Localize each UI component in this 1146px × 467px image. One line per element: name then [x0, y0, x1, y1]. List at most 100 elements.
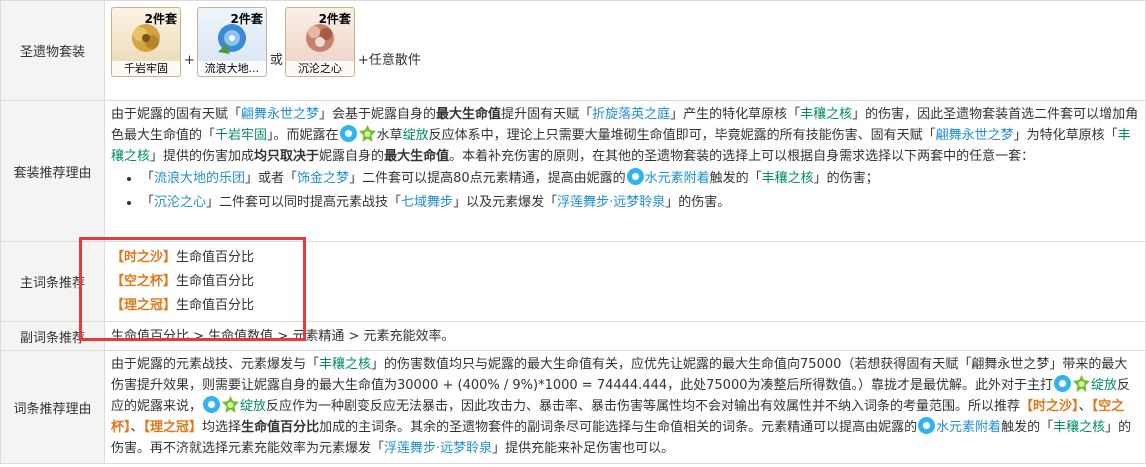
term-link[interactable]: 浮莲舞步·远梦聆泉 — [557, 195, 665, 210]
main-stat-line: 【理之冠】生命值百分比 — [111, 294, 1139, 318]
text-span: 反应作为一种剧变反应无法暴击，因此攻击力、暴击率、暴击伤害等属性均不会对输出有效… — [266, 399, 1021, 414]
text-span: 【理之冠】 — [143, 420, 203, 435]
dendro-element-icon — [1073, 375, 1090, 392]
text-span: 均只取决于 — [254, 149, 320, 164]
text-span: 主词条推荐 — [19, 276, 85, 291]
list-item: 「沉沦之心」二件套可以同时提高元素战技「七域舞步」以及元素爆发「浮莲舞步·远梦聆… — [141, 191, 1139, 215]
hydro-element-icon — [918, 417, 936, 434]
text-span: 【空之杯】 — [111, 274, 177, 289]
term-link[interactable]: 翩舞永世之梦 — [241, 107, 319, 122]
hydro-element-icon — [203, 396, 221, 413]
term-link[interactable]: 丰穰之核 — [319, 357, 371, 372]
flower-icon — [132, 24, 160, 52]
term-link[interactable]: 饰金之梦 — [297, 171, 349, 186]
term-link[interactable]: 折旋落英之庭 — [592, 107, 670, 122]
text-span: 最大生命值 — [384, 149, 450, 164]
row-set-reason: 套装推荐理由 由于妮露的固有天赋「翩舞永世之梦」会基于妮露自身的最大生命值提升固… — [0, 100, 1146, 242]
set-options-list: 「流浪大地的乐团」或者「饰金之梦」二件套可以提高80点元素精通，提高由妮露的 水元… — [111, 167, 1139, 215]
text-span: 」或者「 — [245, 171, 298, 186]
term-link[interactable]: 流浪大地的乐团 — [154, 171, 245, 186]
term-link[interactable]: 丰穰之核 — [762, 171, 814, 186]
set-card-1[interactable]: 2件套 千岩牢固 — [111, 7, 181, 77]
term-link[interactable]: 水元素附着 — [645, 171, 710, 186]
row-main-stat: 主词条推荐 【时之沙】生命值百分比 【空之杯】生命值百分比 【理之冠】生命值百分… — [0, 241, 1146, 322]
term-link[interactable]: 浮莲舞步·远梦聆泉 — [384, 441, 492, 456]
text-span: 」的伤害； — [813, 171, 879, 186]
text-span: 由于妮露的元素战技、元素爆发与「 — [111, 357, 320, 372]
term-link[interactable]: 绽放 — [240, 399, 266, 414]
text-span: 」提供充能来补足伤害也可以。 — [492, 441, 675, 456]
text-span: 水草 — [376, 128, 403, 143]
text-span: +任意散件 — [357, 53, 421, 68]
text-span: 副词条推荐 — [19, 330, 85, 346]
term-link[interactable]: 丰穰之核 — [1053, 420, 1105, 435]
flower-icon — [305, 24, 334, 52]
term-link[interactable]: 绽放 — [403, 128, 429, 143]
set-card-3[interactable]: 2件套 沉沦之心 — [284, 7, 355, 77]
text-span: 」以及元素爆发「 — [453, 195, 558, 210]
dendro-element-icon — [222, 396, 240, 413]
text-span: 」。而妮露在 — [267, 128, 339, 143]
set-card-2[interactable]: 2件套 流浪大地... — [196, 7, 267, 77]
list-item: 「流浪大地的乐团」或者「饰金之梦」二件套可以提高80点元素精通，提高由妮露的 水元… — [141, 167, 1139, 191]
text-span: 均选择 — [202, 420, 242, 435]
text-span: 词条推荐理由 — [13, 401, 92, 417]
text-span: 生命值百分比 — [176, 250, 255, 265]
text-span: 流浪大地... — [197, 61, 266, 76]
text-span: 、 — [1078, 399, 1092, 414]
text-span: 」二件套可以同时提高元素战技「 — [206, 195, 402, 210]
text-span: 沉沦之心 — [285, 61, 354, 76]
text-span: 妮露自身的 — [319, 149, 385, 164]
set-reason-paragraph: 由于妮露的固有天赋「翩舞永世之梦」会基于妮露自身的最大生命值提升固有天赋「折旋落… — [111, 104, 1139, 167]
text-span: 、 — [130, 420, 144, 435]
hydro-element-icon — [626, 168, 644, 185]
text-span: 【时之沙】 — [111, 250, 177, 265]
text-span: 反应体系中，理论上只需要大量堆砌生命值即可，毕竟妮露的所有技能伤害、固有天赋「 — [428, 128, 936, 143]
text-span: 圣遗物套装 — [19, 45, 85, 60]
term-link[interactable]: 沉沦之心 — [154, 195, 206, 210]
row-stat-reason: 词条推荐理由 由于妮露的元素战技、元素爆发与「丰穰之核」的伤害数值均只与妮露的最… — [0, 350, 1146, 464]
text-span: 」产生的特化草原核「 — [670, 107, 801, 122]
term-link[interactable]: 七域舞步 — [401, 195, 453, 210]
term-link[interactable]: 绽放 — [1091, 378, 1117, 393]
row-sub-stat: 副词条推荐 生命值百分比 > 生命值数值 > 元素精通 > 元素充能效率。 — [0, 321, 1146, 351]
sub-stat-content: 生命值百分比 > 生命值数值 > 元素精通 > 元素充能效率。 — [104, 321, 1146, 351]
flower-icon — [217, 24, 246, 54]
label-set-reason: 套装推荐理由 — [0, 100, 105, 242]
row-artifact-set: 圣遗物套装 2件套 千岩牢固 + 2件套 流浪大地... 或 2件套 沉沦之心 … — [0, 0, 1146, 101]
text-span: 加成的主词条。其余的圣遗物套件的副词条尽可能选择与生命值相关的词条。元素精通可以… — [319, 420, 918, 435]
term-link[interactable]: 丰穰之核 — [800, 107, 852, 122]
main-stat-content: 【时之沙】生命值百分比 【空之杯】生命值百分比 【理之冠】生命值百分比 — [104, 241, 1146, 322]
label-main-stat: 主词条推荐 — [0, 241, 105, 322]
page: 圣遗物套装 2件套 千岩牢固 + 2件套 流浪大地... 或 2件套 沉沦之心 … — [0, 0, 1146, 464]
text-span: 」会基于妮露自身的 — [319, 107, 437, 122]
text-span: 」二件套可以提高80点元素精通，提高由妮露的 — [349, 171, 626, 186]
text-span: 生命值百分比 — [176, 298, 255, 313]
text-span: 」提供的伤害加成 — [150, 149, 255, 164]
text-span: 生命值百分比 — [241, 420, 320, 435]
artifact-table: 圣遗物套装 2件套 千岩牢固 + 2件套 流浪大地... 或 2件套 沉沦之心 … — [0, 0, 1146, 464]
text-span: 」的伤害。 — [665, 195, 731, 210]
term-link[interactable]: 千岩牢固 — [215, 128, 267, 143]
term-link[interactable]: 翩舞永世之梦 — [936, 128, 1014, 143]
text-span: 提升固有天赋「 — [501, 107, 593, 122]
label-stat-reason: 词条推荐理由 — [0, 350, 105, 464]
text-span: 」为特化草原核「 — [1013, 128, 1118, 143]
text-span: + — [184, 53, 195, 68]
text-span: 【时之沙】 — [1020, 399, 1079, 414]
text-span: 触发的「 — [1001, 420, 1054, 435]
artifact-set-content: 2件套 千岩牢固 + 2件套 流浪大地... 或 2件套 沉沦之心 +任意散件 — [104, 0, 1146, 101]
text-span: 由于妮露的固有天赋「 — [111, 107, 242, 122]
text-span: 【理之冠】 — [111, 298, 177, 313]
text-span: 「 — [141, 171, 155, 186]
hydro-element-icon — [1054, 375, 1071, 392]
main-stat-line: 【时之沙】生命值百分比 — [111, 246, 1139, 270]
stat-reason-content: 由于妮露的元素战技、元素爆发与「丰穰之核」的伤害数值均只与妮露的最大生命值有关，… — [104, 350, 1146, 464]
term-link[interactable]: 水元素附着 — [936, 420, 1001, 435]
text-span: 。本着补充伤害的原则，在其他的圣遗物套装的选择上可以根据自身需求选择以下两套中的… — [449, 149, 1035, 164]
hydro-element-icon — [339, 125, 357, 142]
label-sub-stat: 副词条推荐 — [0, 321, 105, 351]
text-span: 生命值百分比 — [176, 274, 255, 289]
text-span: 或 — [269, 53, 283, 68]
text-span: 最大生命值 — [436, 107, 502, 122]
